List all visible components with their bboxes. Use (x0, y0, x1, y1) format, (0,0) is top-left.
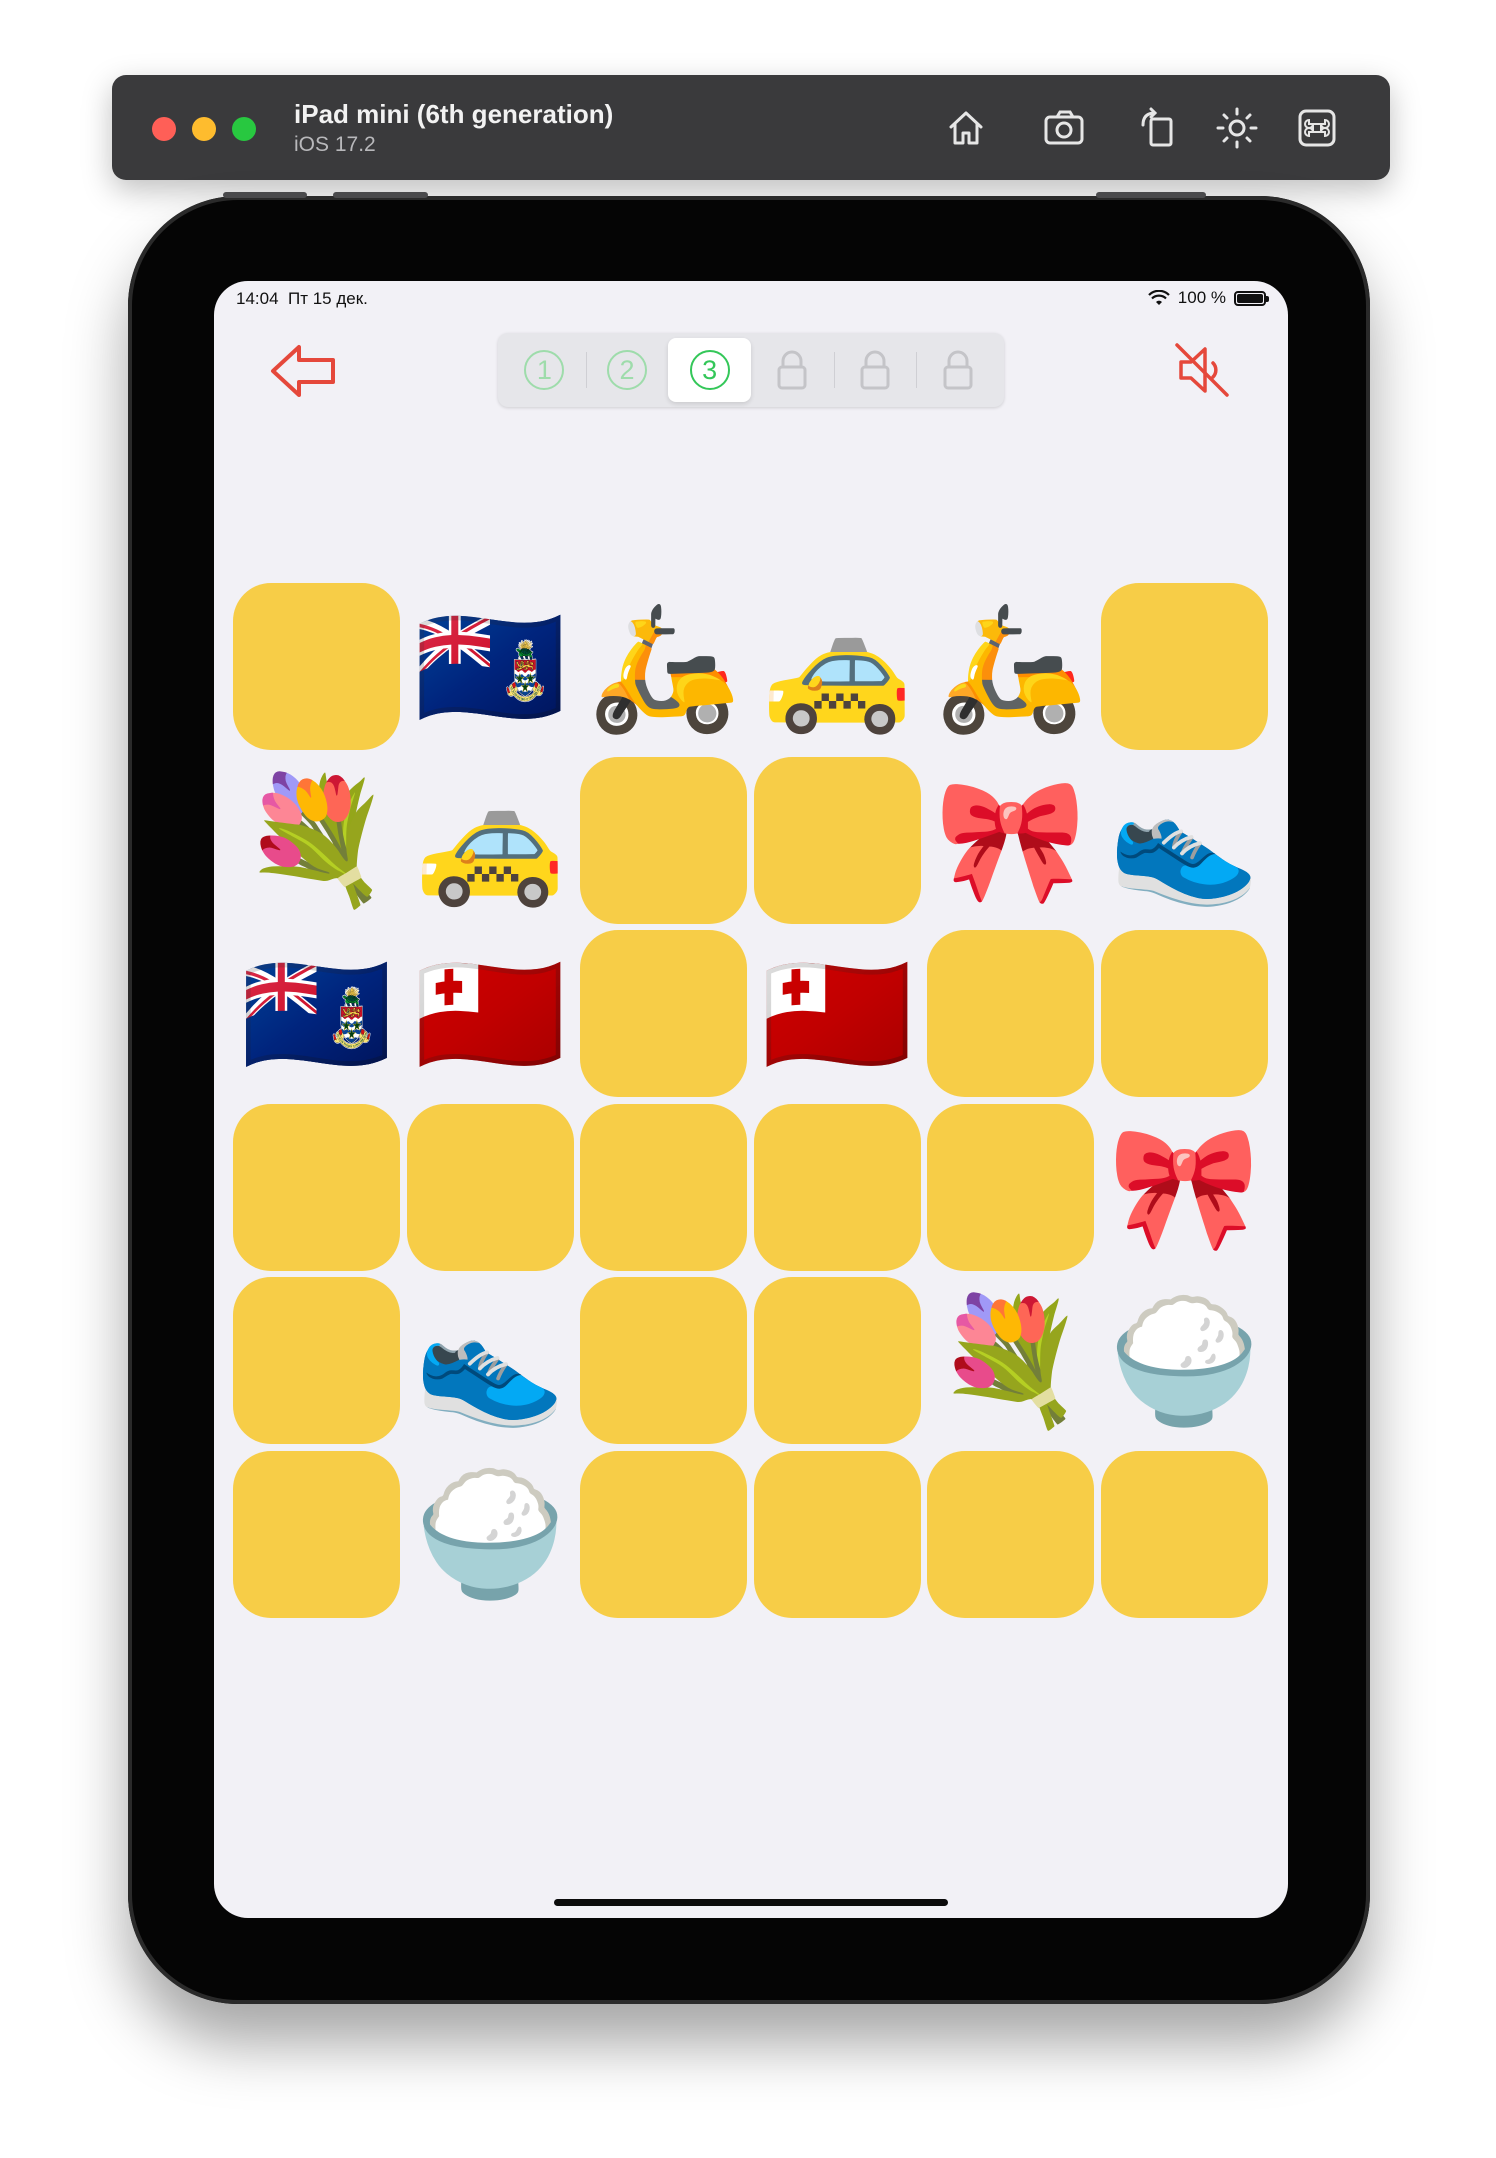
card-symbol: 👟 (1108, 769, 1260, 911)
card-symbol: 🇹🇴 (414, 942, 566, 1085)
hidden-card[interactable] (580, 1450, 747, 1618)
hidden-card[interactable] (580, 930, 747, 1097)
card-symbol: 💐 (934, 1289, 1087, 1432)
appearance-icon[interactable] (1214, 105, 1260, 151)
hidden-card[interactable] (233, 1450, 400, 1618)
hidden-card[interactable] (1100, 583, 1268, 750)
hidden-card[interactable] (753, 756, 921, 924)
close-window-button[interactable] (152, 117, 176, 141)
hidden-card[interactable] (1100, 930, 1268, 1097)
level-segment-2[interactable]: 2 (585, 338, 669, 402)
card-symbol: 🎀 (1108, 1116, 1260, 1258)
open-card[interactable]: 🍚 (1101, 1277, 1268, 1444)
command-icon[interactable] (1294, 105, 1340, 151)
lock-icon (943, 350, 973, 390)
wifi-icon (1148, 290, 1170, 305)
status-time: 14:04 Пт 15 дек. (236, 289, 368, 309)
card-board: 🇰🇾 🛵 🚕 🛵 💐 🚕 🎀 👟 🇰🇾 🇹🇴 🇹🇴 🎀 👟 💐 🍚 🍚 (233, 583, 1269, 1619)
level-segment-3[interactable]: 3 (668, 338, 752, 402)
card-symbol: 🍚 (414, 1463, 566, 1605)
hidden-card[interactable] (233, 1277, 400, 1444)
sound-toggle-button[interactable] (1171, 339, 1233, 401)
hidden-card[interactable] (580, 1103, 747, 1271)
lock-icon (860, 350, 890, 390)
level-number: 1 (524, 350, 565, 390)
hidden-card[interactable] (927, 1103, 1094, 1271)
card-symbol: 🇰🇾 (240, 942, 393, 1085)
level-segment-5[interactable] (833, 338, 917, 402)
card-symbol: 👟 (414, 1289, 566, 1432)
open-card[interactable]: 🎀 (927, 757, 1094, 924)
hidden-card[interactable] (233, 1103, 400, 1271)
time-label: 14:04 (236, 289, 279, 308)
status-right: 100 % (1148, 288, 1269, 308)
hidden-card[interactable] (580, 1277, 747, 1444)
open-card[interactable]: 🍚 (407, 1451, 574, 1618)
card-symbol: 🚕 (414, 769, 566, 911)
hidden-card[interactable] (927, 930, 1094, 1097)
card-symbol: 🛵 (934, 595, 1087, 738)
open-card[interactable]: 🚕 (754, 583, 921, 750)
hidden-card[interactable] (927, 1450, 1094, 1618)
card-symbol: 🍚 (1108, 1289, 1260, 1432)
open-card[interactable]: 🇹🇴 (407, 930, 574, 1097)
open-card[interactable]: 💐 (233, 757, 400, 924)
app-screen: 14:04 Пт 15 дек. 100 % 1 2 3 🇰🇾 🛵 🚕 🛵 💐 … (214, 281, 1288, 1918)
top-button (1096, 192, 1206, 198)
battery-percent: 100 % (1177, 288, 1226, 307)
card-symbol: 🇰🇾 (414, 595, 566, 738)
speaker-muted-icon (1175, 343, 1229, 397)
device-name: iPad mini (6th generation) (294, 99, 614, 129)
home-indicator[interactable] (554, 1899, 948, 1906)
hidden-card[interactable] (753, 1277, 921, 1444)
volume-button (333, 192, 428, 198)
back-button[interactable] (269, 341, 339, 401)
rotate-icon[interactable] (1135, 105, 1181, 151)
open-card[interactable]: 🛵 (927, 583, 1094, 750)
open-card[interactable]: 👟 (1101, 757, 1268, 924)
lock-icon (777, 350, 807, 390)
hidden-card[interactable] (1100, 1450, 1268, 1618)
card-symbol: 🚕 (761, 595, 913, 738)
open-card[interactable]: 💐 (927, 1277, 1094, 1444)
open-card[interactable]: 🇰🇾 (407, 583, 574, 750)
open-card[interactable]: 🇹🇴 (754, 930, 921, 1097)
card-symbol: 💐 (240, 769, 393, 911)
date-label: Пт 15 дек. (288, 289, 368, 308)
level-segment-1[interactable]: 1 (503, 338, 586, 402)
level-segment-6[interactable] (916, 338, 999, 402)
hidden-card[interactable] (753, 1450, 921, 1618)
screenshot-icon[interactable] (1042, 105, 1088, 151)
level-number: 3 (689, 350, 730, 390)
open-card[interactable]: 🛵 (580, 583, 747, 750)
zoom-window-button[interactable] (232, 117, 256, 141)
open-card[interactable]: 🚕 (407, 757, 574, 924)
battery-icon (1234, 290, 1269, 306)
level-segment-4[interactable] (751, 338, 834, 402)
hidden-card[interactable] (233, 583, 400, 750)
os-version: iOS 17.2 (294, 133, 376, 156)
minimize-window-button[interactable] (192, 117, 216, 141)
arrow-left-icon (271, 345, 335, 397)
level-picker: 1 2 3 (498, 333, 1004, 407)
hidden-card[interactable] (753, 1103, 921, 1271)
simulator-toolbar: iPad mini (6th generation) iOS 17.2 (112, 75, 1390, 180)
open-card[interactable]: 🇰🇾 (233, 930, 400, 1097)
card-symbol: 🎀 (934, 769, 1087, 911)
home-icon[interactable] (943, 105, 989, 151)
card-symbol: 🛵 (587, 595, 740, 738)
level-number: 2 (607, 350, 647, 390)
volume-button (223, 192, 307, 198)
card-symbol: 🇹🇴 (761, 942, 913, 1085)
hidden-card[interactable] (580, 756, 747, 924)
hidden-card[interactable] (406, 1103, 574, 1271)
open-card[interactable]: 🎀 (1101, 1104, 1268, 1271)
open-card[interactable]: 👟 (407, 1277, 574, 1444)
